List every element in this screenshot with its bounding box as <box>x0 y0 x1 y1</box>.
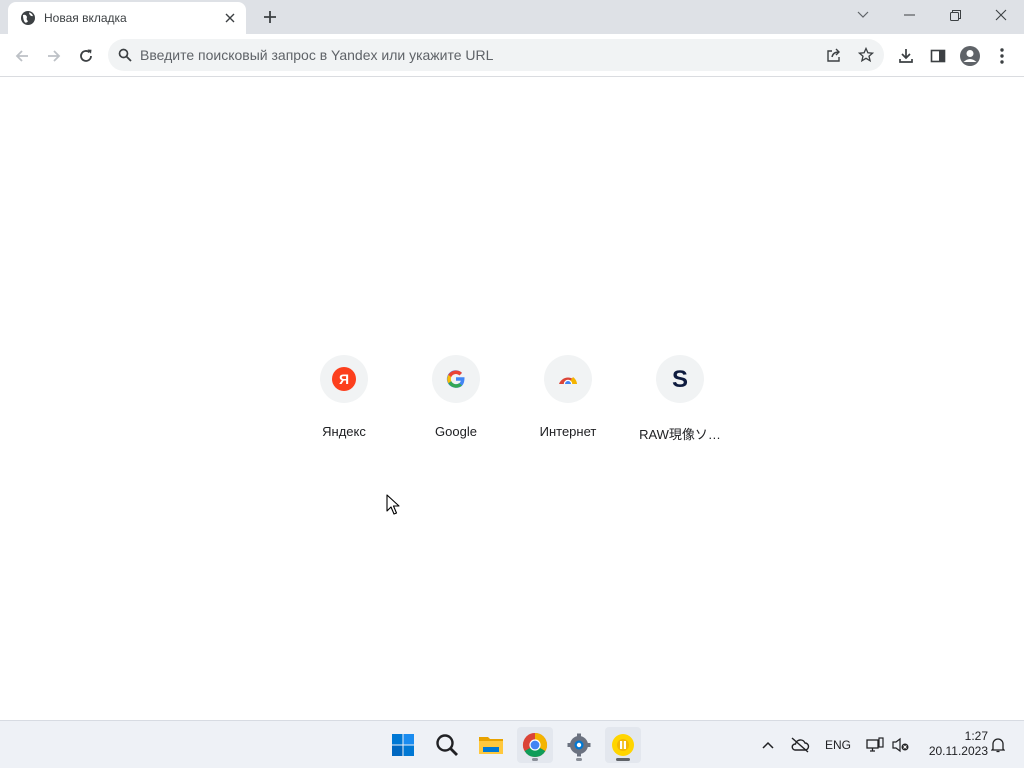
close-tab-icon[interactable] <box>222 10 238 26</box>
profile-avatar[interactable] <box>956 42 984 70</box>
active-indicator <box>616 758 630 761</box>
search-icon <box>118 48 132 62</box>
running-indicator <box>576 758 582 761</box>
back-button[interactable] <box>8 42 36 70</box>
running-indicator <box>532 758 538 761</box>
share-icon[interactable] <box>820 41 848 69</box>
search-icon[interactable] <box>429 727 465 763</box>
notification-bell-icon[interactable] <box>988 733 1008 757</box>
shortcut-raw[interactable]: S RAW現像ソ… <box>624 352 736 448</box>
yandex-icon: Я <box>332 367 356 391</box>
bookmark-star-icon[interactable] <box>852 41 880 69</box>
shortcuts-grid: Я Яндекс Google Интернет S RAW現像ソ… <box>288 352 736 448</box>
shortcut-tile: S <box>656 355 704 403</box>
windows-start-icon[interactable] <box>385 727 421 763</box>
shortcut-yandex[interactable]: Я Яндекс <box>288 352 400 448</box>
minimize-window-button[interactable] <box>886 0 932 30</box>
language-indicator[interactable]: ENG <box>822 733 854 757</box>
side-panel-button[interactable] <box>924 42 952 70</box>
shortcut-internet[interactable]: Интернет <box>512 352 624 448</box>
mouse-cursor-icon <box>386 494 400 516</box>
svg-text:Я: Я <box>339 371 349 387</box>
svg-text:S: S <box>672 366 688 392</box>
menu-kebab-icon[interactable] <box>988 42 1016 70</box>
shortcut-label: Интернет <box>539 424 597 439</box>
shortcut-tile <box>544 355 592 403</box>
onedrive-offline-icon[interactable] <box>788 733 812 757</box>
shortcut-tile <box>432 355 480 403</box>
shortcut-label: RAW現像ソ… <box>639 427 721 442</box>
clock-time: 1:27 <box>964 729 988 743</box>
restore-window-button[interactable] <box>932 0 978 30</box>
tab-strip: Новая вкладка <box>0 0 1024 34</box>
shortcut-label: Яндекс <box>322 424 366 439</box>
volume-muted-icon[interactable] <box>890 733 912 757</box>
show-hidden-icons-chevron-icon[interactable] <box>758 733 778 757</box>
taskbar-clock[interactable]: 1:27 20.11.2023 <box>916 729 988 759</box>
address-bar[interactable] <box>108 39 884 71</box>
taskbar: ENG 1:27 20.11.2023 <box>0 720 1024 768</box>
s-logo-icon: S <box>668 366 692 392</box>
tab-new-tab[interactable]: Новая вкладка <box>8 2 246 34</box>
new-tab-button[interactable] <box>258 6 282 28</box>
close-window-button[interactable] <box>978 0 1024 30</box>
forward-button[interactable] <box>40 42 68 70</box>
downloads-button[interactable] <box>892 42 920 70</box>
settings-icon[interactable] <box>561 727 597 763</box>
network-icon[interactable] <box>864 733 886 757</box>
shortcut-tile: Я <box>320 355 368 403</box>
yellow-app-icon[interactable] <box>605 727 641 763</box>
reload-button[interactable] <box>72 42 100 70</box>
tab-title: Новая вкладка <box>44 11 127 25</box>
shortcut-google[interactable]: Google <box>400 352 512 448</box>
shortcut-label: Google <box>435 424 477 439</box>
chrome-icon[interactable] <box>517 727 553 763</box>
google-icon <box>445 368 467 390</box>
address-input[interactable] <box>140 47 800 63</box>
chrome-icon <box>557 368 579 390</box>
file-explorer-icon[interactable] <box>473 727 509 763</box>
globe-icon <box>20 10 36 26</box>
tab-search-chevron-icon[interactable] <box>840 0 886 30</box>
browser-toolbar <box>0 34 1024 77</box>
clock-date: 20.11.2023 <box>928 744 988 758</box>
